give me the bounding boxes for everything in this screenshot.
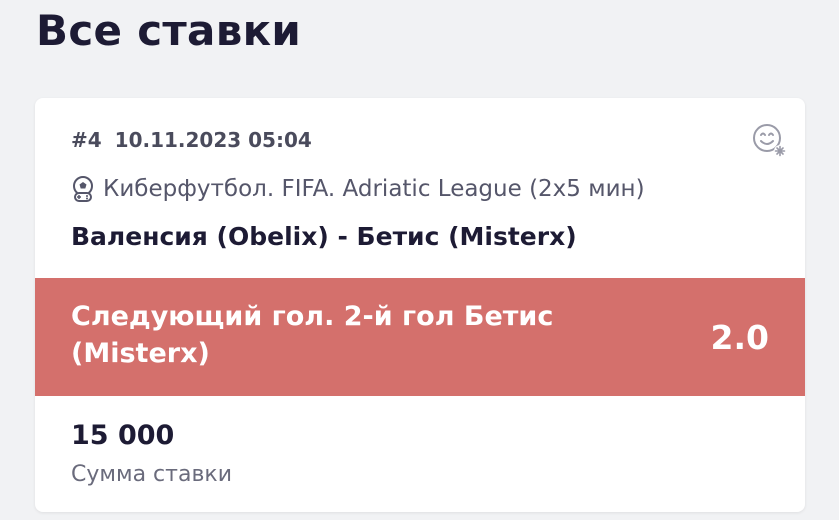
esports-football-icon [69, 175, 97, 203]
page-title: Все ставки [36, 6, 302, 55]
bet-card[interactable]: #4 10.11.2023 05:04 Киберфутбол. FIFA. A… [35, 98, 805, 512]
emoji-add-icon[interactable] [751, 122, 787, 158]
match-name: Валенсия (Obelix) - Бетис (Misterx) [71, 222, 577, 251]
sport-line: Киберфутбол. FIFA. Adriatic League (2x5 … [69, 175, 645, 203]
stake-amount: 15 000 [71, 420, 175, 451]
bet-meta: #4 10.11.2023 05:04 [71, 128, 312, 152]
stake-label: Сумма ставки [71, 462, 232, 487]
outcome-band: Следующий гол. 2-й гол Бетис (Misterx) 2… [35, 278, 805, 396]
odds-value: 2.0 [710, 318, 769, 357]
outcome-text: Следующий гол. 2-й гол Бетис (Misterx) [71, 301, 554, 369]
bets-page: Все ставки #4 10.11.2023 05:04 Киберфутб… [0, 0, 839, 520]
bet-datetime: 10.11.2023 05:04 [114, 128, 312, 152]
bet-number: #4 [71, 128, 102, 152]
sport-label: Киберфутбол. FIFA. Adriatic League (2x5 … [103, 176, 645, 202]
